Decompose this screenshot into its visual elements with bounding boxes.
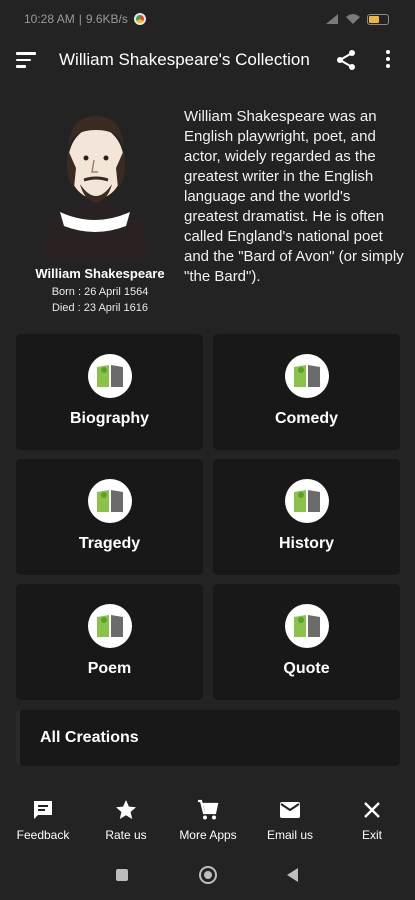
nav-label: Feedback bbox=[16, 828, 70, 842]
chrome-icon bbox=[133, 13, 146, 25]
shakespeare-portrait-image bbox=[40, 116, 152, 258]
app-bar: William Shakespeare's Collection bbox=[0, 38, 415, 82]
all-creations-button[interactable]: All Creations bbox=[16, 710, 400, 766]
category-tile-comedy[interactable]: Comedy bbox=[213, 334, 400, 450]
nav-rate-us[interactable]: Rate us bbox=[81, 798, 171, 842]
category-label: Tragedy bbox=[78, 535, 141, 552]
system-nav-bar bbox=[0, 860, 415, 900]
book-icon bbox=[87, 354, 132, 398]
nav-more-apps[interactable]: More Apps bbox=[163, 798, 253, 842]
book-icon bbox=[284, 354, 329, 398]
nav-label: Exit bbox=[361, 828, 382, 842]
signal-icon bbox=[326, 14, 338, 24]
author-born-date: Born : 26 April 1564 bbox=[51, 286, 149, 298]
home-icon[interactable] bbox=[199, 866, 217, 884]
nav-label: Email us bbox=[266, 828, 313, 842]
status-time: 10:28 AM bbox=[24, 12, 75, 26]
close-icon bbox=[364, 802, 380, 818]
author-died-date: Died : 23 April 1616 bbox=[51, 302, 148, 314]
recent-apps-icon[interactable] bbox=[116, 869, 128, 881]
nav-email-us[interactable]: Email us bbox=[245, 798, 335, 842]
category-tile-history[interactable]: History bbox=[213, 459, 400, 575]
app-title: William Shakespeare's Collection bbox=[59, 50, 310, 69]
category-label: Poem bbox=[87, 660, 132, 677]
status-speed: 9.6KB/s bbox=[85, 12, 128, 26]
more-options-icon[interactable] bbox=[380, 48, 396, 72]
battery-icon bbox=[367, 13, 389, 25]
nav-label: More Apps bbox=[179, 828, 237, 842]
all-creations-label: All Creations bbox=[40, 729, 139, 746]
book-icon bbox=[284, 604, 329, 648]
author-bio: William Shakespeare was an English playw… bbox=[184, 108, 404, 285]
status-bar: 10:28 AM | 9.6KB/s bbox=[0, 0, 415, 38]
category-tile-biography[interactable]: Biography bbox=[16, 334, 203, 450]
category-label: History bbox=[278, 535, 335, 552]
back-icon[interactable] bbox=[287, 868, 298, 882]
nav-label: Rate us bbox=[105, 828, 147, 842]
author-section: William Shakespeare Born : 26 April 1564… bbox=[0, 100, 415, 325]
category-label: Quote bbox=[283, 660, 330, 677]
cart-icon bbox=[198, 799, 219, 820]
category-label: Comedy bbox=[274, 410, 339, 427]
category-tile-poem[interactable]: Poem bbox=[16, 584, 203, 700]
book-icon bbox=[87, 604, 132, 648]
book-icon bbox=[87, 479, 132, 523]
author-name: William Shakespeare bbox=[35, 266, 165, 281]
category-tile-tragedy[interactable]: Tragedy bbox=[16, 459, 203, 575]
share-icon[interactable] bbox=[334, 48, 358, 72]
feedback-icon bbox=[34, 801, 52, 819]
status-divider: | bbox=[78, 12, 82, 26]
star-icon bbox=[116, 800, 136, 819]
category-tile-quote[interactable]: Quote bbox=[213, 584, 400, 700]
email-icon bbox=[280, 802, 300, 818]
bottom-nav: Feedback Rate us More Apps Email us Exit bbox=[0, 798, 415, 848]
status-right bbox=[325, 13, 389, 25]
nav-feedback[interactable]: Feedback bbox=[0, 798, 88, 842]
nav-exit[interactable]: Exit bbox=[327, 798, 415, 842]
category-label: Biography bbox=[69, 410, 150, 427]
book-icon bbox=[284, 479, 329, 523]
sort-menu-icon[interactable] bbox=[16, 52, 36, 68]
wifi-icon bbox=[346, 14, 360, 24]
status-left: 10:28 AM | 9.6KB/s bbox=[24, 12, 146, 26]
